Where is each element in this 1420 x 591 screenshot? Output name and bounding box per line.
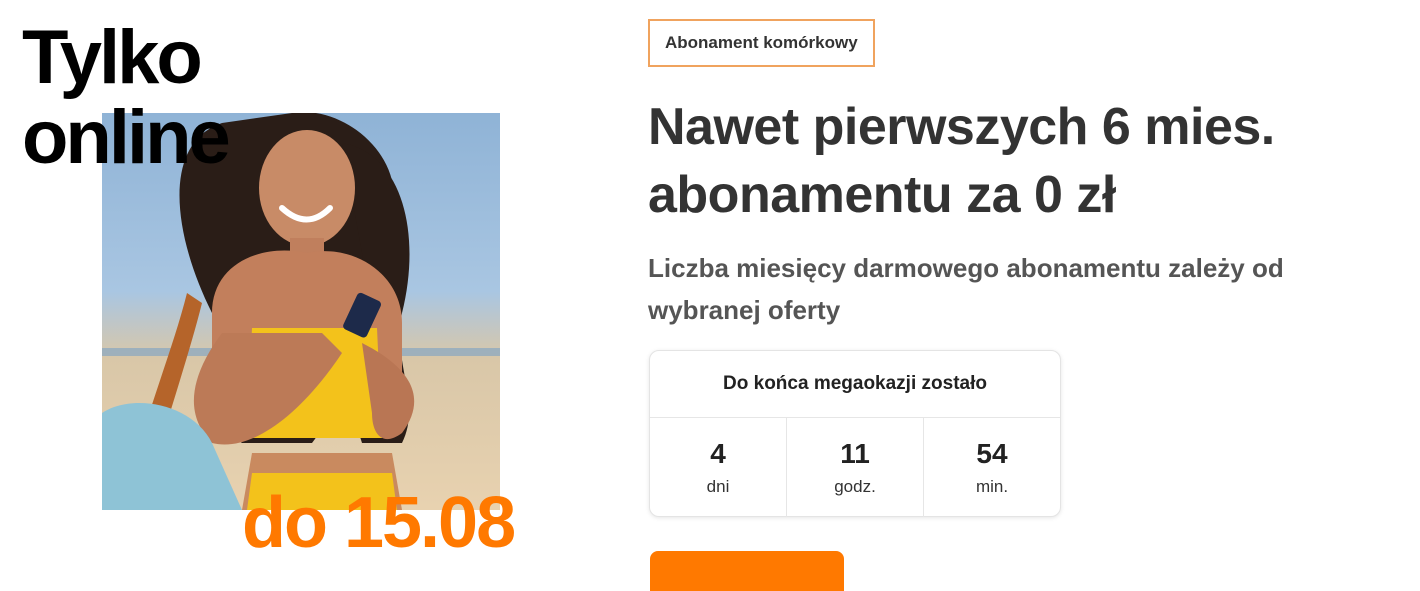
- countdown-days: 4 dni: [650, 418, 787, 517]
- cta-button[interactable]: [650, 551, 844, 591]
- countdown-days-unit: dni: [706, 476, 730, 496]
- countdown-minutes: 54 min.: [924, 418, 1060, 517]
- offer-subtitle: Liczba miesięcy darmowego abonamentu zal…: [648, 253, 1284, 325]
- category-badge: Abonament komórkowy: [648, 19, 875, 67]
- countdown-minutes-unit: min.: [975, 476, 1009, 496]
- countdown-hours-unit: godz.: [834, 476, 876, 496]
- countdown-title: Do końca megaokazji zostało: [650, 351, 1060, 418]
- countdown-minutes-value: 54: [976, 437, 1008, 469]
- promo-date-label: do 15.08: [242, 483, 516, 563]
- countdown-hours: 11 godz.: [787, 418, 924, 517]
- countdown-hours-value: 11: [840, 437, 870, 469]
- countdown-box: Do końca megaokazji zostało 4 dni 11 god…: [649, 350, 1061, 517]
- countdown-cells: 4 dni 11 godz. 54 min.: [650, 418, 1060, 517]
- offer-title: Nawet pierwszych 6 mies. abonamentu za 0…: [648, 98, 1275, 224]
- countdown-days-value: 4: [710, 437, 726, 469]
- promo-headline: Tylko online: [22, 15, 231, 180]
